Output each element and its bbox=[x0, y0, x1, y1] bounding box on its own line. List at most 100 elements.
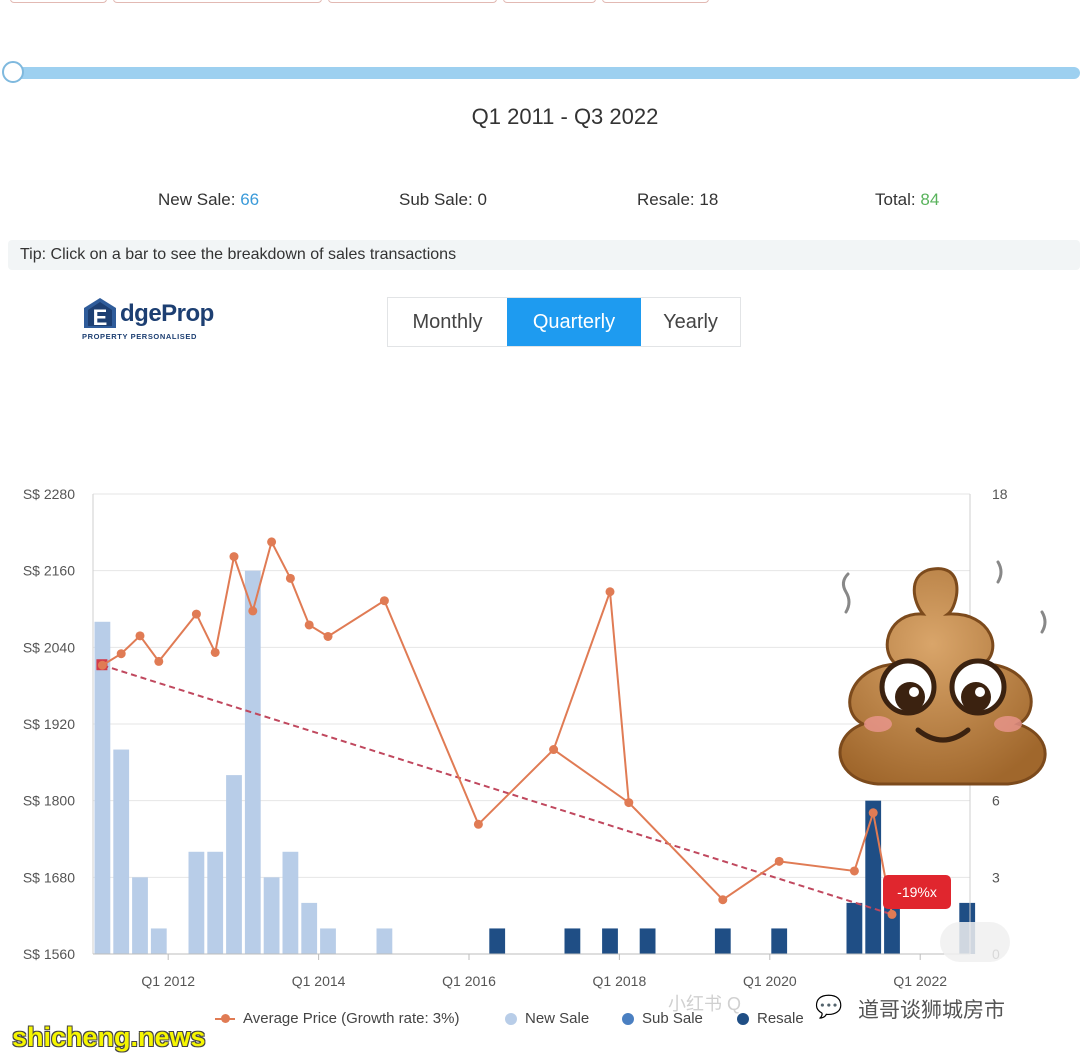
price-point bbox=[97, 660, 107, 670]
logo-word: dgeProp bbox=[120, 300, 214, 327]
stat-total: Total: 84 bbox=[875, 190, 939, 210]
price-point bbox=[285, 573, 295, 583]
price-point bbox=[887, 909, 897, 919]
price-point bbox=[210, 647, 220, 657]
bar-new-sale[interactable] bbox=[132, 877, 148, 954]
period-toggle: Monthly Quarterly Yearly bbox=[387, 297, 741, 347]
y-right-tick-label: 18 bbox=[992, 486, 1008, 502]
y-left-tick-label: S$ 2040 bbox=[23, 639, 75, 655]
bar-resale[interactable] bbox=[846, 902, 863, 954]
toggle-yearly[interactable]: Yearly bbox=[641, 298, 740, 346]
price-point bbox=[379, 596, 389, 606]
x-tick-label: Q1 2022 bbox=[893, 973, 947, 989]
logo-tagline: PROPERTY PERSONALISED bbox=[82, 332, 197, 341]
y-left-tick-label: S$ 1680 bbox=[23, 869, 75, 885]
bar-resale[interactable] bbox=[639, 928, 656, 954]
stat-label: New Sale: bbox=[158, 190, 236, 209]
period-label: Q1 2011 - Q3 2022 bbox=[471, 104, 659, 129]
top-tab[interactable] bbox=[328, 0, 497, 3]
price-point bbox=[868, 808, 878, 818]
bar-new-sale[interactable] bbox=[207, 851, 224, 954]
watermark-text: 道哥谈狮城房市 bbox=[858, 999, 1005, 1022]
tip-banner: Tip: Click on a bar to see the breakdown… bbox=[8, 240, 1080, 270]
price-point bbox=[154, 656, 164, 666]
price-point bbox=[135, 631, 145, 641]
svg-text:E: E bbox=[93, 305, 108, 330]
bar-new-sale[interactable] bbox=[301, 902, 318, 954]
y-left-tick-label: S$ 2280 bbox=[23, 486, 75, 502]
watermark-faint: 小红书 Q bbox=[668, 994, 742, 1014]
legend-average-price[interactable]: Average Price (Growth rate: 3%) bbox=[215, 1010, 459, 1027]
bar-new-sale[interactable] bbox=[94, 621, 111, 954]
bar-new-sale[interactable] bbox=[226, 775, 242, 954]
toggle-monthly[interactable]: Monthly bbox=[388, 298, 507, 346]
bar-new-sale[interactable] bbox=[263, 877, 280, 954]
bar-resale[interactable] bbox=[771, 928, 788, 954]
y-right-tick-label: 3 bbox=[992, 869, 1000, 885]
growth-badge: -19%x bbox=[883, 875, 951, 909]
bar-resale[interactable] bbox=[865, 800, 882, 954]
slider-handle[interactable] bbox=[2, 61, 24, 83]
stat-label: Resale: bbox=[637, 190, 695, 209]
site-watermark: shicheng.news bbox=[12, 1022, 206, 1052]
legend-dot bbox=[505, 1012, 517, 1025]
price-point bbox=[116, 649, 126, 659]
bar-resale[interactable] bbox=[714, 928, 731, 954]
price-point bbox=[267, 537, 277, 547]
wechat-icon: 💬 bbox=[815, 994, 843, 1019]
stat-value: 0 bbox=[477, 190, 487, 209]
x-tick-label: Q1 2018 bbox=[593, 973, 647, 989]
legend-line-marker bbox=[215, 1013, 235, 1023]
top-tab[interactable] bbox=[10, 0, 107, 3]
x-tick-label: Q1 2020 bbox=[743, 973, 797, 989]
edgeprop-logo-icon: E bbox=[84, 298, 116, 330]
price-point bbox=[304, 620, 314, 630]
top-tab[interactable] bbox=[113, 0, 322, 3]
bar-new-sale[interactable] bbox=[376, 928, 393, 954]
price-point bbox=[473, 819, 483, 829]
price-point bbox=[229, 552, 239, 562]
y-left-tick-label: S$ 1800 bbox=[23, 793, 75, 809]
stat-new-sale: New Sale: 66 bbox=[158, 190, 259, 210]
stat-sub-sale: Sub Sale: 0 bbox=[399, 190, 487, 210]
x-tick-label: Q1 2012 bbox=[141, 973, 195, 989]
stat-value: 18 bbox=[699, 190, 719, 209]
y-left-tick-label: S$ 1560 bbox=[23, 946, 75, 962]
edgeprop-logo: E dgeProp PROPERTY PERSONALISED bbox=[82, 298, 222, 344]
stat-label: Sub Sale: bbox=[399, 190, 473, 209]
price-line bbox=[552, 591, 630, 803]
bar-resale[interactable] bbox=[489, 928, 506, 954]
stat-value: 84 bbox=[920, 190, 940, 209]
bar-resale[interactable] bbox=[564, 928, 581, 954]
top-tab[interactable] bbox=[503, 0, 596, 3]
x-tick-label: Q1 2014 bbox=[292, 973, 346, 989]
price-point bbox=[248, 606, 258, 616]
legend-resale[interactable]: Resale bbox=[737, 1010, 804, 1027]
bar-new-sale[interactable] bbox=[282, 851, 299, 954]
bar-new-sale[interactable] bbox=[188, 851, 205, 954]
price-point bbox=[718, 895, 728, 905]
slider-track[interactable] bbox=[16, 67, 1080, 79]
price-point bbox=[849, 866, 859, 876]
period-range-slider[interactable] bbox=[2, 61, 1080, 83]
sales-stats: New Sale: 66 Sub Sale: 0 Resale: 18 Tota… bbox=[0, 190, 1080, 214]
bar-new-sale[interactable] bbox=[150, 928, 167, 954]
price-point bbox=[191, 609, 201, 619]
bar-new-sale[interactable] bbox=[113, 749, 130, 954]
bar-new-sale[interactable] bbox=[320, 928, 336, 954]
y-left-tick-label: S$ 1920 bbox=[23, 716, 75, 732]
price-point bbox=[774, 856, 784, 866]
poop-emoji-icon bbox=[838, 560, 1047, 786]
stat-value: 66 bbox=[240, 190, 260, 209]
y-left-tick-label: S$ 2160 bbox=[23, 563, 75, 579]
top-tab[interactable] bbox=[602, 0, 709, 3]
legend-new-sale[interactable]: New Sale bbox=[505, 1010, 589, 1027]
legend-dot bbox=[622, 1012, 634, 1025]
stat-resale: Resale: 18 bbox=[637, 190, 718, 210]
bar-resale[interactable] bbox=[602, 928, 618, 954]
bar-new-sale[interactable] bbox=[244, 570, 261, 954]
y-right-tick-label: 6 bbox=[992, 793, 1000, 809]
floating-chip bbox=[940, 922, 1010, 962]
toggle-quarterly[interactable]: Quarterly bbox=[507, 298, 641, 346]
stat-label: Total: bbox=[875, 190, 916, 209]
